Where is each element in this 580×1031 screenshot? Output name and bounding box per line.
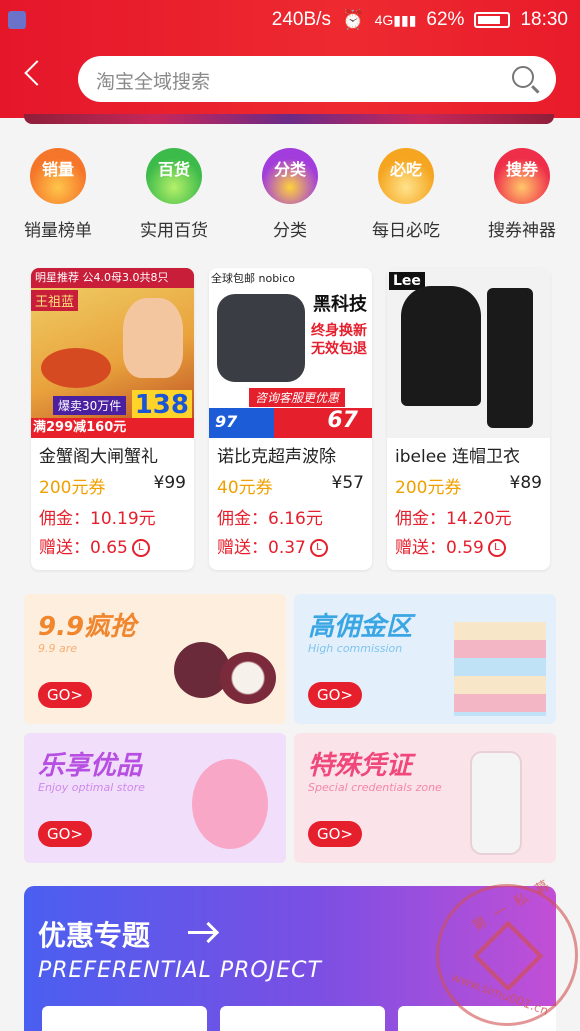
product-image: 明星推荐 公4.0母3.0共8只 王祖蓝 爆卖30万件 138 满299减160… xyxy=(31,268,194,438)
coupon-icon: 搜券 xyxy=(494,148,550,204)
go-button[interactable]: GO> xyxy=(38,682,92,708)
category-sales[interactable]: 销量 销量榜单 xyxy=(0,148,116,241)
tile-special[interactable]: 特殊凭证 Special credentials zone GO> xyxy=(294,733,556,863)
product-price: ¥89 xyxy=(509,473,542,493)
coupon-label: 40元券 xyxy=(217,478,273,498)
product-image: 全球包邮 nobico 黑科技 终身换新 无效包退 咨询客服更优惠 97 67 xyxy=(209,268,372,438)
category-row: 销量 销量榜单 百货 实用百货 分类 分类 必吃 每日必吃 搜券 搜券神器 xyxy=(0,148,580,241)
coin-icon: L xyxy=(131,539,150,557)
watermark-text: 第一私募 xyxy=(469,872,562,935)
app-notification-icon xyxy=(8,11,26,29)
battery-percent: 62% xyxy=(426,9,465,30)
sales-icon: 销量 xyxy=(30,148,86,204)
product-image: Lee xyxy=(387,268,550,438)
go-button[interactable]: GO> xyxy=(308,682,362,708)
thumbnail[interactable] xyxy=(220,1006,385,1031)
pants-photo xyxy=(487,288,533,428)
device-photo xyxy=(217,294,305,382)
search-icon[interactable] xyxy=(512,66,534,88)
category-classify[interactable]: 分类 分类 xyxy=(232,148,348,241)
search-bar[interactable]: 淘宝全域搜索 xyxy=(78,56,556,102)
coin-icon: L xyxy=(309,539,328,557)
watermark-logo: 第一私募 www.simu001.cn xyxy=(436,873,578,1026)
signal-icon: 4G▮▮▮ xyxy=(374,11,417,28)
tile-title: 特殊凭证 xyxy=(308,751,413,781)
steamer-image xyxy=(192,759,268,849)
mangosteen-image-2 xyxy=(220,652,276,704)
category-label: 实用百货 xyxy=(140,221,208,241)
coin-icon: L xyxy=(487,539,506,557)
banner-sale: 爆卖30万件 xyxy=(53,396,127,415)
person-photo xyxy=(123,298,183,378)
clock: 18:30 xyxy=(520,9,568,30)
category-label: 搜券神器 xyxy=(488,221,556,241)
blender-image xyxy=(472,753,520,853)
search-placeholder: 淘宝全域搜索 xyxy=(96,71,211,93)
hoodie-photo xyxy=(401,286,481,406)
go-button[interactable]: GO> xyxy=(38,821,92,847)
banner-line-1: 终身换新 xyxy=(311,323,367,339)
commission: 佣金：14.20元 xyxy=(395,509,512,529)
banner-top: 明星推荐 公4.0母3.0共8只 xyxy=(31,268,194,288)
crab-photo xyxy=(41,348,111,388)
coupon-label: 200元券 xyxy=(395,478,462,498)
banner-new-price: 67 xyxy=(327,408,358,433)
food-icon: 必吃 xyxy=(378,148,434,204)
battery-icon xyxy=(474,12,511,28)
arrow-right-icon xyxy=(188,931,216,934)
product-card[interactable]: 明星推荐 公4.0母3.0共8只 王祖蓝 爆卖30万件 138 满299减160… xyxy=(31,268,194,570)
net-speed: 240B/s xyxy=(271,9,331,30)
category-coupon[interactable]: 搜券 搜券神器 xyxy=(464,148,580,241)
banner-title: 黑科技 xyxy=(313,294,367,315)
category-label: 销量榜单 xyxy=(24,221,92,241)
cart-icon: 百货 xyxy=(146,148,202,204)
tile-subtitle: Special credentials zone xyxy=(308,781,442,794)
tile-premium[interactable]: 乐享优品 Enjoy optimal store GO> xyxy=(24,733,286,863)
tile-high-commission[interactable]: 高佣金区 High commission GO> xyxy=(294,594,556,724)
product-name: ibelee 连帽卫衣 xyxy=(395,447,521,467)
gift: 赠送：0.59 L xyxy=(387,529,550,558)
status-bar: 240B/s ⏰ 4G▮▮▮ 62% 18:30 xyxy=(0,0,580,40)
back-icon[interactable] xyxy=(24,60,50,86)
thumbnail[interactable] xyxy=(42,1006,207,1031)
banner-title: 优惠专题 xyxy=(38,919,151,952)
category-daily[interactable]: 必吃 每日必吃 xyxy=(348,148,464,241)
banner-subtitle: PREFERENTIAL PROJECT xyxy=(38,958,322,983)
banner-old-price: 97 xyxy=(215,412,238,431)
gift: 赠送：0.37 L xyxy=(209,529,372,558)
coupon-label: 200元券 xyxy=(39,478,106,498)
category-label: 分类 xyxy=(273,221,307,241)
product-name: 诺比克超声波除 xyxy=(217,447,336,467)
classify-icon: 分类 xyxy=(262,148,318,204)
banner-top: 全球包邮 nobico xyxy=(211,272,296,285)
gift: 赠送：0.65 L xyxy=(31,529,194,558)
category-label: 每日必吃 xyxy=(372,221,440,241)
header: 240B/s ⏰ 4G▮▮▮ 62% 18:30 淘宝全域搜索 xyxy=(0,0,580,124)
commission: 佣金：10.19元 xyxy=(39,509,156,529)
alarm-icon: ⏰ xyxy=(340,10,365,31)
product-name: 金蟹阁大闸蟹礼 xyxy=(39,447,158,467)
tile-title: 9.9疯抢 xyxy=(38,612,137,642)
towels-image xyxy=(454,622,546,716)
banner-price: 138 xyxy=(131,390,192,420)
banner-service: 咨询客服更优惠 xyxy=(249,388,346,407)
tile-flash-sale[interactable]: 9.9疯抢 9.9 are GO> xyxy=(24,594,286,724)
banner-line-2: 无效包退 xyxy=(311,341,367,357)
product-card[interactable]: Lee ibelee 连帽卫衣 200元券 ¥89 佣金：14.20元 赠送：0… xyxy=(387,268,550,570)
commission: 佣金：6.16元 xyxy=(217,509,323,529)
product-price: ¥99 xyxy=(153,473,186,493)
product-card[interactable]: 全球包邮 nobico 黑科技 终身换新 无效包退 咨询客服更优惠 97 67 … xyxy=(209,268,372,570)
banner-deal: 满299减160元 xyxy=(31,418,194,438)
tile-subtitle: Enjoy optimal store xyxy=(38,781,145,794)
tile-title: 高佣金区 xyxy=(308,612,413,642)
tile-subtitle: High commission xyxy=(308,642,403,655)
tile-subtitle: 9.9 are xyxy=(38,642,78,655)
category-goods[interactable]: 百货 实用百货 xyxy=(116,148,232,241)
product-price: ¥57 xyxy=(331,473,364,493)
banner-star: 王祖蓝 xyxy=(31,290,79,311)
banner-bottom: 97 67 xyxy=(209,408,372,438)
top-banner-edge xyxy=(24,114,554,124)
go-button[interactable]: GO> xyxy=(308,821,362,847)
tile-title: 乐享优品 xyxy=(38,751,143,781)
